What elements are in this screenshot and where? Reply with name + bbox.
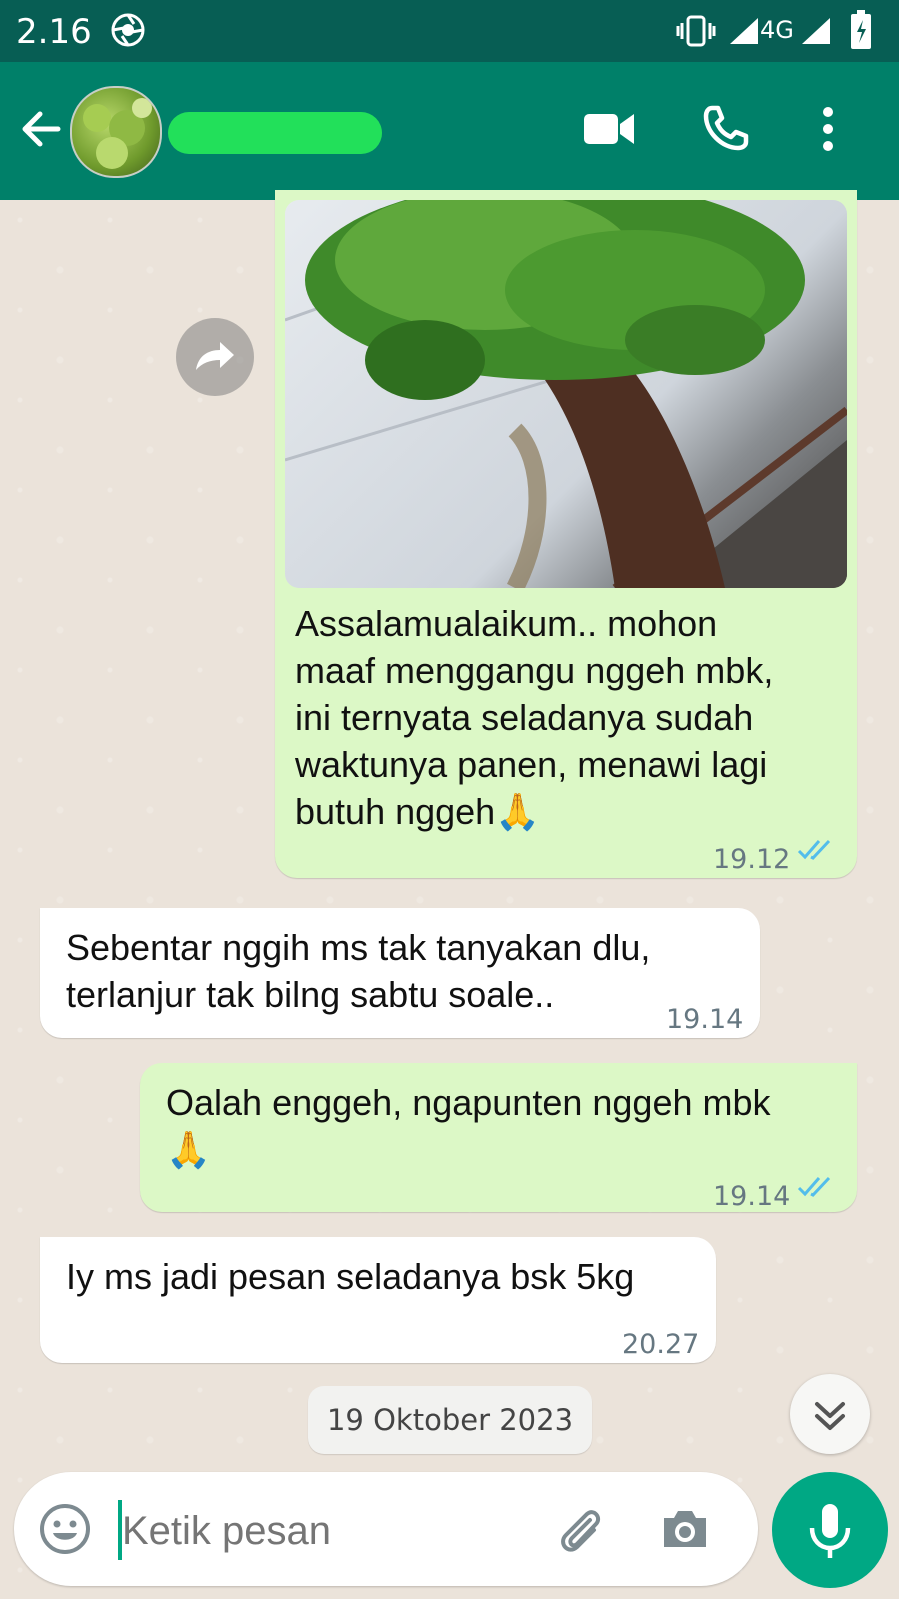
message-bubble-incoming[interactable]: Sebentar nggih ms tak tanyakan dlu, terl… — [40, 908, 760, 1038]
forward-button[interactable] — [176, 318, 254, 396]
status-bar: 2.16 4G — [0, 0, 899, 62]
signal-icon-2 — [802, 18, 830, 44]
message-input[interactable] — [120, 1492, 544, 1570]
message-line: ini ternyata seladanya sudah — [295, 697, 754, 738]
contact-name-redacted[interactable] — [168, 112, 382, 154]
message-image[interactable] — [285, 200, 847, 588]
message-line: terlanjur tak bilng sabtu soale.. — [66, 974, 555, 1015]
message-line: maaf menggangu nggeh mbk, — [295, 650, 774, 691]
message-line: Sebentar nggih ms tak tanyakan dlu, — [66, 927, 651, 968]
arrow-left-icon[interactable] — [18, 106, 64, 152]
message-text: Oalah enggeh, ngapunten nggeh mbk 🙏 — [166, 1079, 846, 1173]
message-text: Assalamualaikum.. mohon maaf menggangu n… — [295, 600, 845, 835]
message-line: Iy ms jadi pesan seladanya bsk 5kg — [66, 1256, 635, 1297]
message-text: Iy ms jadi pesan seladanya bsk 5kg — [66, 1253, 706, 1300]
message-line: butuh nggeh — [295, 791, 496, 832]
message-line-last: butuh nggeh🙏 — [295, 788, 845, 835]
praying-hands-emoji: 🙏 — [166, 1129, 211, 1170]
more-vertical-icon[interactable] — [818, 106, 838, 152]
scroll-to-bottom-button[interactable] — [790, 1374, 870, 1454]
phone-icon[interactable] — [702, 104, 750, 152]
message-line: waktunya panen, menawi lagi — [295, 744, 768, 785]
chat-header — [0, 62, 899, 200]
read-ticks-icon — [797, 1176, 831, 1197]
message-line: Oalah enggeh, ngapunten nggeh mbk — [166, 1082, 771, 1123]
vibrate-icon — [676, 15, 716, 47]
emoji-icon[interactable] — [38, 1502, 92, 1556]
message-bubble-outgoing[interactable]: Assalamualaikum.. mohon maaf menggangu n… — [275, 190, 857, 878]
message-line: Assalamualaikum.. mohon — [295, 603, 718, 644]
signal-icon — [730, 18, 758, 44]
network-type: 4G — [760, 16, 794, 44]
praying-hands-emoji: 🙏 — [495, 791, 541, 832]
message-time: 20.27 — [622, 1329, 700, 1360]
status-time: 2.16 — [16, 12, 92, 52]
chevron-double-down-icon — [815, 1402, 845, 1430]
message-bubble-incoming[interactable]: Iy ms jadi pesan seladanya bsk 5kg 20.27 — [40, 1237, 716, 1363]
paperclip-icon[interactable] — [552, 1502, 608, 1558]
message-time: 19.14 — [666, 1004, 744, 1035]
message-composer — [14, 1472, 758, 1586]
avatar[interactable] — [70, 86, 162, 178]
video-call-icon[interactable] — [582, 106, 636, 152]
message-time: 19.14 — [713, 1181, 791, 1212]
date-separator: 19 Oktober 2023 — [308, 1386, 592, 1454]
message-text: Sebentar nggih ms tak tanyakan dlu, terl… — [66, 924, 756, 1018]
camera-icon[interactable] — [658, 1502, 712, 1556]
message-time: 19.12 — [713, 844, 791, 875]
forward-icon — [196, 342, 234, 370]
battery-icon — [851, 10, 871, 49]
mic-icon — [809, 1504, 851, 1558]
read-ticks-icon — [797, 839, 831, 860]
camera-shutter-icon — [111, 13, 145, 47]
voice-message-button[interactable] — [772, 1472, 888, 1588]
message-bubble-outgoing[interactable]: Oalah enggeh, ngapunten nggeh mbk 🙏 19.1… — [140, 1063, 857, 1212]
